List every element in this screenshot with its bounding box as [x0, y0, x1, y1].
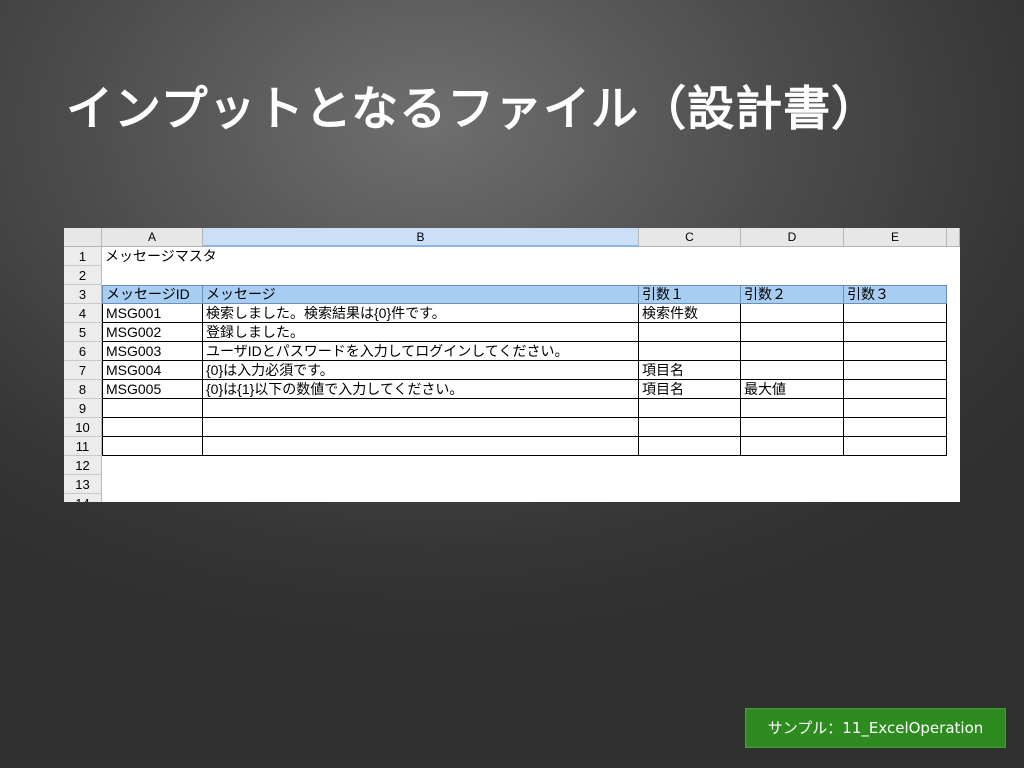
row-header[interactable]: 14 [64, 494, 102, 502]
data-cell[interactable] [741, 323, 844, 342]
data-cell[interactable] [639, 342, 741, 361]
data-cell[interactable] [741, 399, 844, 418]
data-cell[interactable] [102, 437, 203, 456]
data-cell[interactable]: {0}は{1}以下の数値で入力してください。 [203, 380, 639, 399]
spreadsheet[interactable]: A B C D E 1 メッセージマスタ 2 3 メッセージID メッセージ 引数１ 引数２ 引数３ 4 MS… [64, 228, 960, 502]
column-header-c[interactable]: C [639, 228, 741, 247]
row-header[interactable]: 7 [64, 361, 102, 380]
row-header[interactable]: 10 [64, 418, 102, 437]
data-cell[interactable]: 項目名 [639, 380, 741, 399]
data-cell[interactable] [741, 437, 844, 456]
master-title-cell[interactable]: メッセージマスタ [102, 247, 217, 266]
sheet-row-10: 10 [64, 418, 960, 437]
data-cell[interactable] [844, 323, 947, 342]
row-header[interactable]: 9 [64, 399, 102, 418]
data-cell[interactable]: MSG004 [102, 361, 203, 380]
data-cell[interactable] [844, 361, 947, 380]
data-cell[interactable] [844, 437, 947, 456]
row-header[interactable]: 8 [64, 380, 102, 399]
data-cell[interactable] [741, 418, 844, 437]
sheet-row-4: 4 MSG001 検索しました。検索結果は{0}件です。 検索件数 [64, 304, 960, 323]
data-cell[interactable]: {0}は入力必須です。 [203, 361, 639, 380]
data-cell[interactable]: 登録しました。 [203, 323, 639, 342]
data-cell[interactable]: 項目名 [639, 361, 741, 380]
data-cell[interactable] [741, 361, 844, 380]
data-cell[interactable] [639, 437, 741, 456]
data-cell[interactable]: 検索しました。検索結果は{0}件です。 [203, 304, 639, 323]
data-cell[interactable] [203, 399, 639, 418]
header-cell[interactable]: メッセージ [203, 285, 639, 304]
data-cell[interactable]: MSG001 [102, 304, 203, 323]
column-header-a[interactable]: A [102, 228, 203, 247]
column-header-d[interactable]: D [741, 228, 844, 247]
row-header[interactable]: 13 [64, 475, 102, 494]
column-header-filler [947, 228, 960, 247]
sheet-row-12: 12 [64, 456, 960, 475]
column-header-b[interactable]: B [203, 228, 639, 247]
data-cell[interactable] [844, 399, 947, 418]
header-cell[interactable]: 引数３ [844, 285, 947, 304]
data-cell[interactable] [844, 304, 947, 323]
header-cell[interactable]: 引数１ [639, 285, 741, 304]
sheet-row-13: 13 [64, 475, 960, 494]
row-header[interactable]: 11 [64, 437, 102, 456]
data-cell[interactable] [102, 418, 203, 437]
sheet-row-5: 5 MSG002 登録しました。 [64, 323, 960, 342]
header-cell[interactable]: メッセージID [102, 285, 203, 304]
header-cell[interactable]: 引数２ [741, 285, 844, 304]
data-cell[interactable]: MSG005 [102, 380, 203, 399]
sheet-row-3: 3 メッセージID メッセージ 引数１ 引数２ 引数３ [64, 285, 960, 304]
data-cell[interactable] [844, 342, 947, 361]
data-cell[interactable] [639, 418, 741, 437]
data-cell[interactable]: 検索件数 [639, 304, 741, 323]
column-header-e[interactable]: E [844, 228, 947, 247]
row-header[interactable]: 2 [64, 266, 102, 285]
row-header[interactable]: 5 [64, 323, 102, 342]
data-cell[interactable] [203, 418, 639, 437]
data-cell[interactable] [844, 418, 947, 437]
sample-badge: サンプル：11_ExcelOperation [745, 708, 1006, 748]
row-header[interactable]: 4 [64, 304, 102, 323]
data-cell[interactable]: MSG003 [102, 342, 203, 361]
data-cell[interactable] [102, 399, 203, 418]
data-cell[interactable] [639, 399, 741, 418]
sheet-row-9: 9 [64, 399, 960, 418]
data-cell[interactable]: 最大値 [741, 380, 844, 399]
data-cell[interactable] [844, 380, 947, 399]
sheet-row-6: 6 MSG003 ユーザIDとパスワードを入力してログインしてください。 [64, 342, 960, 361]
data-cell[interactable]: ユーザIDとパスワードを入力してログインしてください。 [203, 342, 639, 361]
data-cell[interactable] [639, 323, 741, 342]
row-header[interactable]: 12 [64, 456, 102, 475]
sheet-row-11: 11 [64, 437, 960, 456]
sheet-row-1: 1 メッセージマスタ [64, 247, 960, 266]
select-all-corner[interactable] [64, 228, 102, 247]
row-header[interactable]: 1 [64, 247, 102, 266]
data-cell[interactable] [741, 304, 844, 323]
sheet-row-2: 2 [64, 266, 960, 285]
data-cell[interactable] [203, 437, 639, 456]
data-cell[interactable] [741, 342, 844, 361]
row-header[interactable]: 3 [64, 285, 102, 304]
sheet-row-14: 14 [64, 494, 960, 502]
sheet-row-8: 8 MSG005 {0}は{1}以下の数値で入力してください。 項目名 最大値 [64, 380, 960, 399]
sheet-row-7: 7 MSG004 {0}は入力必須です。 項目名 [64, 361, 960, 380]
data-cell[interactable]: MSG002 [102, 323, 203, 342]
row-header[interactable]: 6 [64, 342, 102, 361]
slide-title: インプットとなるファイル（設計書） [66, 82, 880, 137]
